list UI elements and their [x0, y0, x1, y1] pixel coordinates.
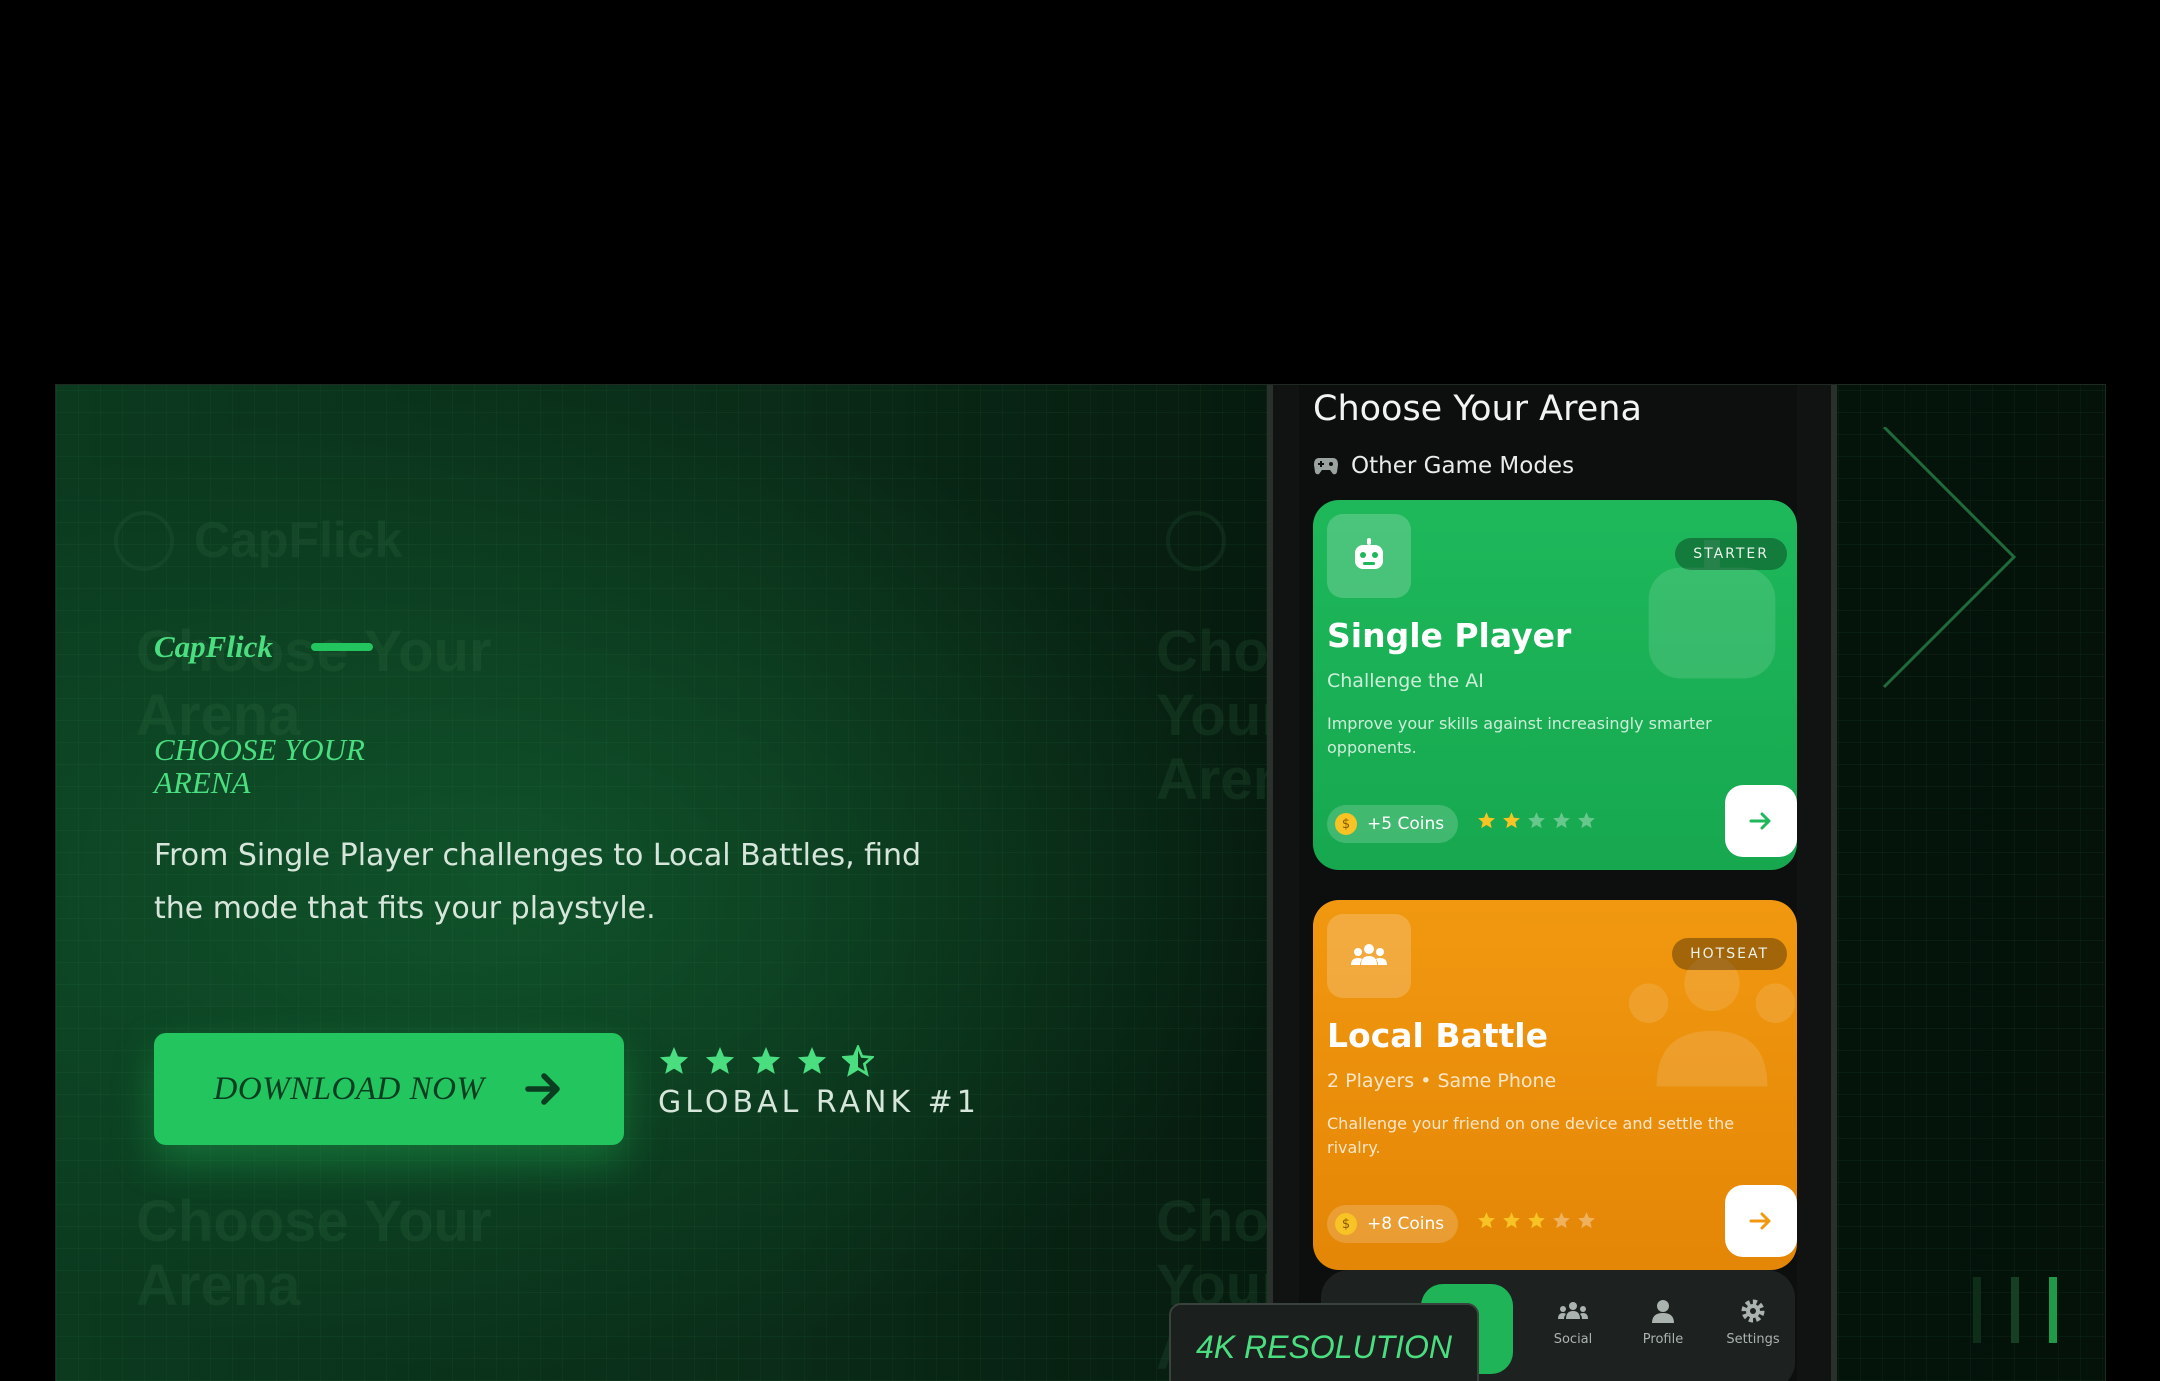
- star-empty-icon: [1578, 812, 1595, 829]
- card-description: Improve your skills against increasingly…: [1327, 714, 1712, 757]
- chevron-decoration: [1882, 427, 2017, 689]
- brand-row: CapFlick: [154, 629, 373, 665]
- card-description: Challenge your friend on one device and …: [1327, 1114, 1735, 1157]
- resolution-badge[interactable]: 4K RESOLUTION: [1169, 1303, 1479, 1381]
- brand-name: CapFlick: [154, 629, 273, 664]
- star-empty-icon: [1553, 1212, 1570, 1229]
- star-filled-icon: [797, 1047, 827, 1074]
- play-arrow-button[interactable]: [1725, 1185, 1797, 1257]
- phone-mockup: Choose Your Arena Other Game Modes START…: [1267, 385, 1837, 1381]
- difficulty-stars: [1477, 1211, 1596, 1230]
- hero-stage: CapFlick Choose Your Arena Choose Your A…: [55, 384, 2106, 1381]
- gamepad-icon: [1314, 458, 1338, 475]
- star-filled-icon: [1478, 812, 1495, 829]
- coins-pill: $ +8 Coins: [1327, 1205, 1459, 1243]
- users-icon: [1351, 944, 1387, 965]
- star-filled-icon: [1503, 812, 1520, 829]
- card-tagline: Challenge the AI: [1327, 670, 1484, 692]
- difficulty-stars: [1477, 811, 1596, 830]
- star-filled-icon: [1528, 1212, 1545, 1229]
- deco-bar: [2011, 1277, 2019, 1343]
- play-arrow-button[interactable]: [1725, 785, 1797, 857]
- rating-block: GLOBAL RANK #1: [658, 1045, 980, 1120]
- nav-item-profile[interactable]: Profile: [1623, 1298, 1703, 1347]
- robot-icon: [1355, 538, 1383, 569]
- deco-bar: [1973, 1277, 1981, 1343]
- star-filled-icon: [659, 1047, 689, 1074]
- mode-card-local-battle[interactable]: HOTSEAT Local Battle 2 Players • Same Ph…: [1313, 900, 1797, 1270]
- nav-label: Social: [1553, 1332, 1593, 1347]
- card-icon-box: [1327, 914, 1411, 998]
- arrow-right-icon: [1749, 1212, 1771, 1230]
- card-icon-box: [1327, 514, 1411, 598]
- screen-title: Choose Your Arena: [1313, 389, 1642, 429]
- coins-text: +5 Coins: [1367, 814, 1445, 834]
- star-filled-icon: [705, 1047, 735, 1074]
- card-tagline: 2 Players • Same Phone: [1327, 1070, 1557, 1092]
- hero-description: From Single Player challenges to Local B…: [154, 838, 922, 926]
- social-icon: [1558, 1302, 1588, 1319]
- star-empty-icon: [1553, 812, 1570, 829]
- hero-title: CHOOSE YOUR ARENA: [154, 732, 365, 800]
- download-now-label: DOWNLOAD NOW: [213, 1070, 485, 1107]
- deco-bar: [2049, 1277, 2057, 1343]
- star-half-icon: [842, 1045, 874, 1077]
- nav-item-social[interactable]: Social: [1533, 1298, 1613, 1347]
- ghost-heading: Choose Your Arena: [136, 1189, 492, 1318]
- star-empty-icon: [1578, 1212, 1595, 1229]
- arrow-right-icon: [525, 1073, 561, 1105]
- ghost-heading: Choose Your Arena: [1156, 620, 1276, 812]
- ghost-logo-icon: [114, 511, 174, 571]
- nav-label: Settings: [1726, 1332, 1780, 1347]
- nav-label: Profile: [1642, 1332, 1684, 1347]
- ghost-logo-icon: [1166, 511, 1226, 571]
- settings-icon: [1741, 1299, 1765, 1323]
- global-rank-text: GLOBAL RANK #1: [658, 1085, 980, 1120]
- nav-item-settings[interactable]: Settings: [1713, 1298, 1793, 1347]
- star-empty-icon: [1528, 812, 1545, 829]
- download-now-button[interactable]: DOWNLOAD NOW: [154, 1033, 624, 1145]
- card-title: Single Player: [1327, 616, 1572, 655]
- star-filled-icon: [751, 1047, 781, 1074]
- arrow-right-icon: [1749, 812, 1771, 830]
- brand-accent-line: [310, 643, 373, 651]
- ghost-brand: CapFlick: [194, 512, 403, 568]
- star-filled-icon: [1503, 1212, 1520, 1229]
- phone-screen: Choose Your Arena Other Game Modes START…: [1299, 385, 1797, 1381]
- resolution-badge-label: 4K RESOLUTION: [1195, 1328, 1453, 1365]
- coin-icon: $: [1335, 813, 1357, 835]
- star-filled-icon: [1478, 1212, 1495, 1229]
- card-title: Local Battle: [1327, 1016, 1548, 1055]
- coin-icon: $: [1335, 1213, 1357, 1235]
- profile-icon: [1652, 1300, 1674, 1323]
- card-badge: HOTSEAT: [1672, 938, 1787, 970]
- coins-text: +8 Coins: [1367, 1214, 1445, 1234]
- screen-subtitle-text: Other Game Modes: [1351, 453, 1575, 479]
- bars-decoration: [1973, 1277, 2057, 1343]
- coins-pill: $ +5 Coins: [1327, 805, 1459, 843]
- rating-stars: [658, 1045, 980, 1077]
- screen-subtitle: Other Game Modes: [1313, 453, 1574, 479]
- card-badge: STARTER: [1675, 538, 1787, 570]
- mode-card-single-player[interactable]: STARTER Single Player Challenge the AI I…: [1313, 500, 1797, 870]
